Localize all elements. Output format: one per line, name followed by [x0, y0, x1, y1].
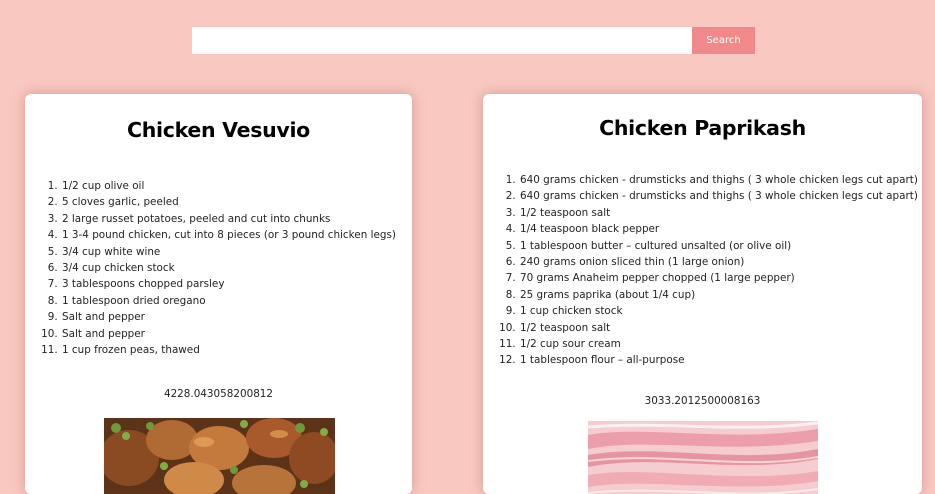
ingredient-item: 1 cup chicken stock [519, 303, 922, 319]
ingredient-list: 640 grams chicken - drumsticks and thigh… [483, 172, 922, 369]
ingredient-item: 1 cup frozen peas, thawed [61, 342, 412, 358]
ingredient-item: 1 3-4 pound chicken, cut into 8 pieces (… [61, 227, 412, 243]
ingredient-item: 1 tablespoon flour – all-purpose [519, 352, 922, 368]
recipe-score: 3033.2012500008163 [644, 395, 761, 407]
ingredient-item: 3 tablespoons chopped parsley [61, 276, 412, 292]
ingredient-item: 640 grams chicken - drumsticks and thigh… [519, 188, 922, 204]
ingredient-item: 1/2 teaspoon salt [519, 205, 922, 221]
search-button[interactable]: Search [692, 27, 755, 54]
ingredient-item: 2 large russet potatoes, peeled and cut … [61, 211, 412, 227]
ingredient-item: 1 tablespoon butter – cultured unsalted … [519, 238, 922, 254]
ingredient-item: 70 grams Anaheim pepper chopped (1 large… [519, 270, 922, 286]
chicken-dish-photo [104, 418, 335, 494]
ingredient-item: Salt and pepper [61, 326, 412, 342]
recipe-title: Chicken Vesuvio [127, 118, 310, 142]
search-bar: Search [192, 27, 755, 54]
recipe-score: 4228.043058200812 [163, 388, 274, 400]
ingredient-list: 1/2 cup olive oil 5 cloves garlic, peele… [25, 178, 412, 358]
search-input[interactable] [192, 27, 692, 54]
ingredient-item: 25 grams paprika (about 1/4 cup) [519, 287, 922, 303]
ingredient-item: 1/2 teaspoon salt [519, 320, 922, 336]
ingredient-item: 640 grams chicken - drumsticks and thigh… [519, 172, 922, 188]
ingredient-item: 1 tablespoon dried oregano [61, 293, 412, 309]
recipe-card: Chicken Paprikash 640 grams chicken - dr… [483, 94, 922, 494]
ingredient-item: 240 grams onion sliced thin (1 large oni… [519, 254, 922, 270]
ingredient-item: 1/4 teaspoon black pepper [519, 221, 922, 237]
ingredient-item: 3/4 cup white wine [61, 244, 412, 260]
ingredient-item: 5 cloves garlic, peeled [61, 194, 412, 210]
ingredient-item: 1/2 cup sour cream [519, 336, 922, 352]
ingredient-item: 3/4 cup chicken stock [61, 260, 412, 276]
recipe-title: Chicken Paprikash [599, 116, 806, 140]
ingredient-item: 1/2 cup olive oil [61, 178, 412, 194]
recipe-card: Chicken Vesuvio 1/2 cup olive oil 5 clov… [25, 94, 412, 494]
ingredient-item: Salt and pepper [61, 309, 412, 325]
